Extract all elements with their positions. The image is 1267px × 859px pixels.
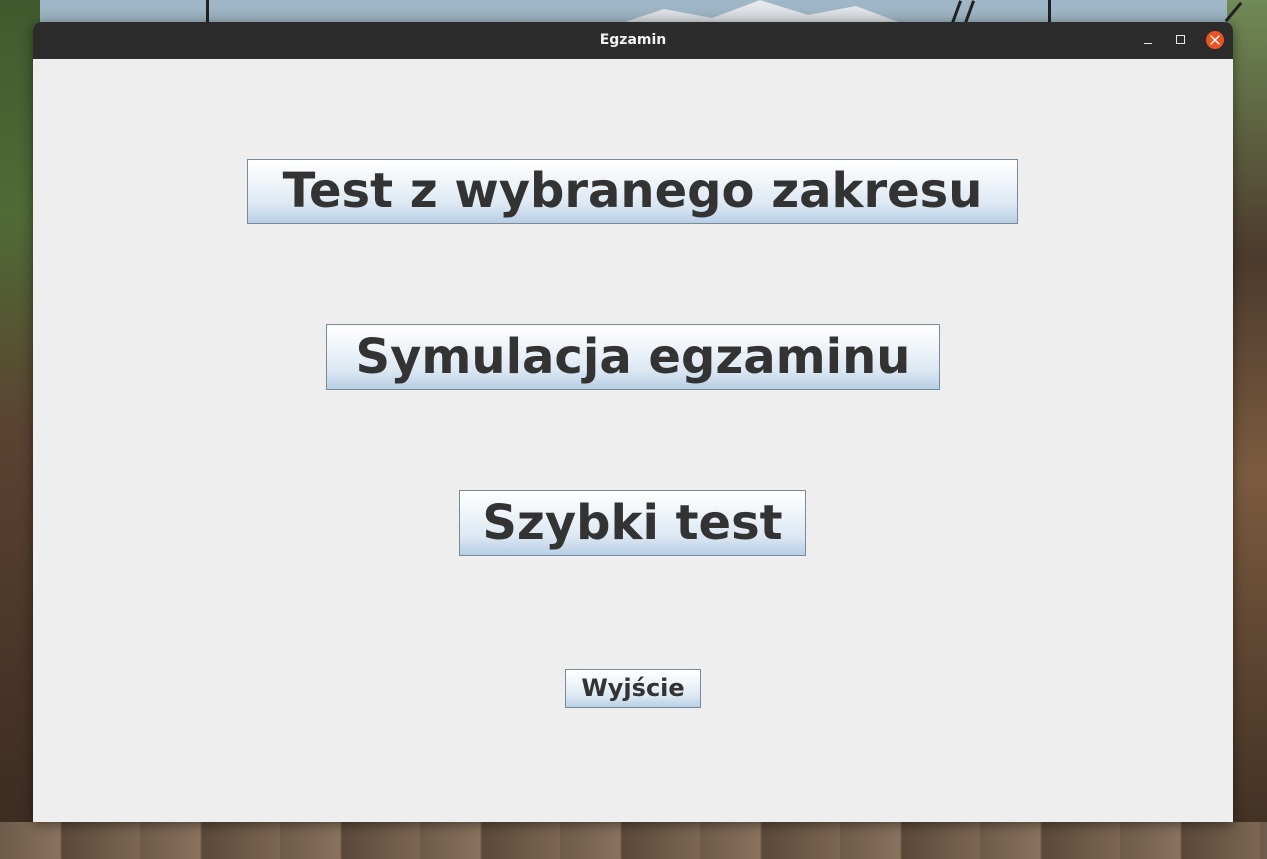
exam-simulation-button[interactable]: Symulacja egzaminu <box>326 324 940 390</box>
quick-test-button[interactable]: Szybki test <box>459 490 806 556</box>
close-button[interactable] <box>1206 31 1224 49</box>
main-menu-panel: Test z wybranego zakresu Symulacja egzam… <box>33 59 1233 822</box>
maximize-button[interactable] <box>1172 31 1190 49</box>
close-icon <box>1210 35 1220 45</box>
wallpaper-cable <box>1048 0 1051 24</box>
title-bar[interactable]: Egzamin <box>33 22 1233 59</box>
minimize-button[interactable] <box>1139 31 1157 49</box>
wallpaper-cable <box>206 0 209 24</box>
window-title: Egzamin <box>599 32 667 48</box>
wallpaper-right-edge <box>1227 0 1267 859</box>
range-test-button[interactable]: Test z wybranego zakresu <box>247 159 1018 224</box>
app-window: Egzamin Test z wybranego zakresu Symulac… <box>33 22 1233 822</box>
wallpaper-cable <box>963 0 976 24</box>
wallpaper-cable <box>950 0 963 24</box>
exit-button[interactable]: Wyjście <box>565 669 701 708</box>
wallpaper-bridge-planks <box>0 822 1267 859</box>
